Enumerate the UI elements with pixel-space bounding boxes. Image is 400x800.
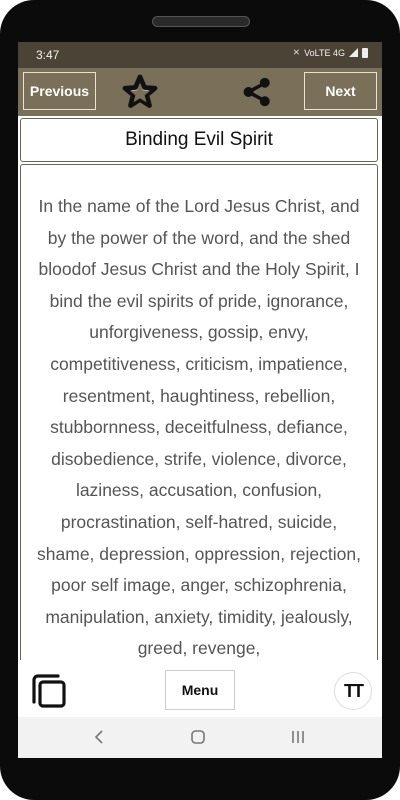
mute-icon: ⨯	[292, 47, 301, 57]
previous-button[interactable]: Previous	[23, 72, 96, 110]
next-button[interactable]: Next	[304, 72, 377, 110]
prayer-text-container[interactable]: In the name of the Lord Jesus Christ, an…	[20, 164, 378, 668]
copy-icon[interactable]	[30, 672, 68, 710]
system-nav-bar	[18, 717, 382, 758]
bottom-bar: Menu TT	[18, 660, 382, 717]
recent-apps-icon[interactable]	[288, 727, 308, 747]
network-label: VoLTE 4G	[304, 47, 345, 58]
top-toolbar: Previous Next	[18, 68, 382, 116]
star-icon[interactable]	[122, 74, 158, 110]
status-icons: ⨯ VoLTE 4G	[293, 47, 368, 58]
page-title: Binding Evil Spirit	[20, 118, 378, 162]
phone-frame: 3:47 ⨯ VoLTE 4G Previous Next Binding Ev…	[0, 0, 400, 800]
screen: 3:47 ⨯ VoLTE 4G Previous Next Binding Ev…	[18, 42, 382, 758]
share-icon[interactable]	[239, 75, 275, 109]
font-size-icon[interactable]: TT	[334, 672, 372, 710]
phone-speaker	[152, 16, 250, 27]
status-bar: 3:47 ⨯ VoLTE 4G	[18, 42, 382, 68]
status-time: 3:47	[36, 48, 60, 62]
signal-icon	[349, 48, 358, 57]
back-icon[interactable]	[90, 727, 110, 747]
battery-icon	[362, 47, 368, 58]
prayer-text: In the name of the Lord Jesus Christ, an…	[37, 196, 361, 659]
menu-button[interactable]: Menu	[165, 670, 235, 710]
home-icon[interactable]	[188, 727, 208, 747]
